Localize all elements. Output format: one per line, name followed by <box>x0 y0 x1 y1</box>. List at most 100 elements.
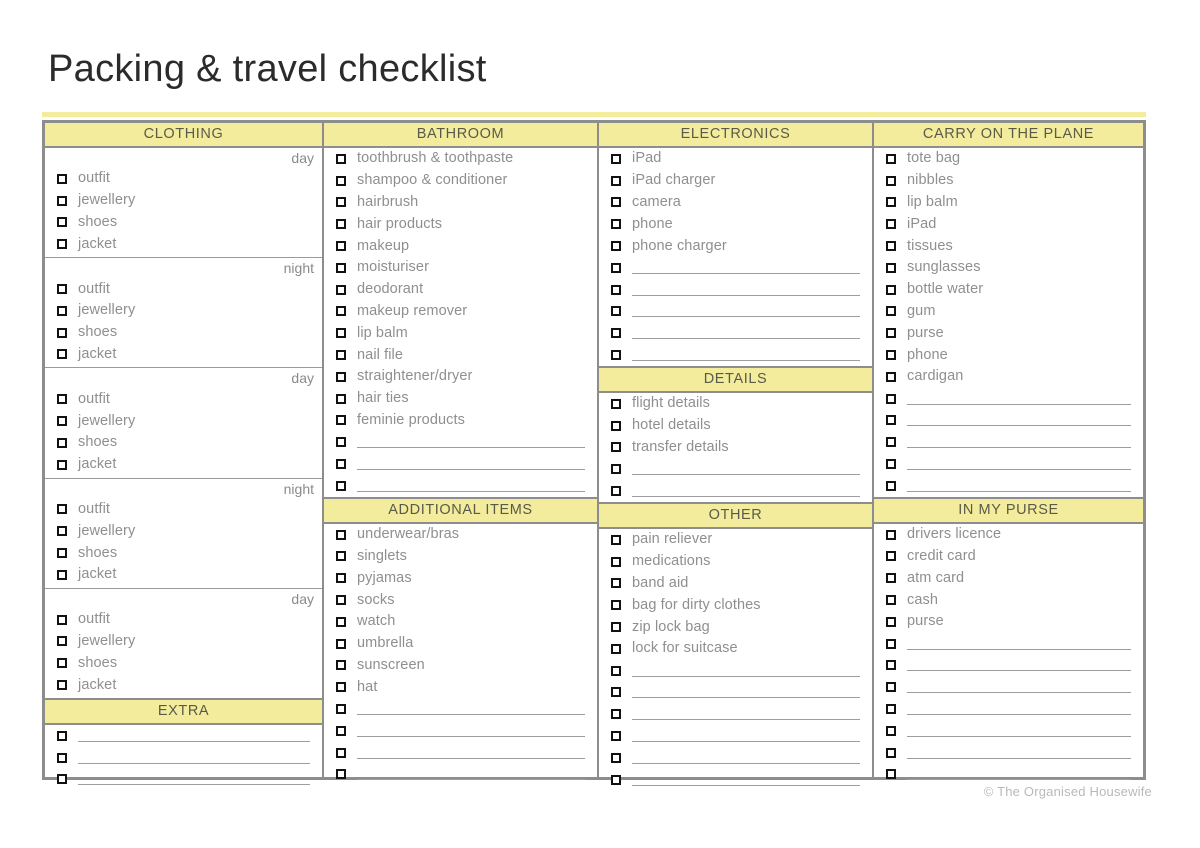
checkbox-icon[interactable] <box>886 415 896 426</box>
checkbox-icon[interactable] <box>57 636 67 647</box>
checkbox-icon[interactable] <box>886 350 896 361</box>
checkbox-icon[interactable] <box>886 393 896 404</box>
checklist-row[interactable]: cardigan <box>874 366 1143 388</box>
checklist-row[interactable] <box>599 322 872 344</box>
checkbox-icon[interactable] <box>886 197 896 208</box>
checklist-row[interactable]: iPad charger <box>599 170 872 192</box>
checklist-row[interactable]: tote bag <box>874 148 1143 170</box>
checklist-row[interactable] <box>599 747 872 769</box>
write-in-line[interactable] <box>632 774 860 786</box>
checkbox-icon[interactable] <box>886 371 896 382</box>
checklist-row[interactable] <box>324 720 597 742</box>
write-in-line[interactable] <box>78 730 310 742</box>
write-in-line[interactable] <box>632 752 860 764</box>
checklist-row[interactable]: shoes <box>45 542 322 564</box>
checklist-row[interactable]: jacket <box>45 454 322 476</box>
checkbox-icon[interactable] <box>886 769 896 780</box>
checklist-row[interactable] <box>874 720 1143 742</box>
checkbox-icon[interactable] <box>336 595 346 606</box>
checkbox-icon[interactable] <box>57 327 67 338</box>
checkbox-icon[interactable] <box>611 665 621 676</box>
checklist-row[interactable]: phone charger <box>599 235 872 257</box>
checklist-row[interactable]: shoes <box>45 432 322 454</box>
checkbox-icon[interactable] <box>886 437 896 448</box>
checklist-row[interactable]: jewellery <box>45 300 322 322</box>
checkbox-icon[interactable] <box>611 175 621 186</box>
checklist-row[interactable]: shoes <box>45 652 322 674</box>
checklist-row[interactable]: camera <box>599 192 872 214</box>
checkbox-icon[interactable] <box>611 241 621 252</box>
write-in-line[interactable] <box>357 725 585 737</box>
write-in-line[interactable] <box>357 747 585 759</box>
write-in-line[interactable] <box>907 768 1131 781</box>
checklist-row[interactable]: jacket <box>45 344 322 366</box>
checkbox-icon[interactable] <box>336 175 346 186</box>
checkbox-icon[interactable] <box>57 305 67 316</box>
write-in-line[interactable] <box>357 480 585 492</box>
checkbox-icon[interactable] <box>886 306 896 317</box>
checklist-row[interactable]: deodorant <box>324 279 597 301</box>
checkbox-icon[interactable] <box>611 622 621 633</box>
checklist-row[interactable] <box>599 301 872 323</box>
write-in-line[interactable] <box>907 747 1131 759</box>
checkbox-icon[interactable] <box>886 459 896 470</box>
checklist-row[interactable]: outfit <box>45 499 322 521</box>
checklist-row[interactable] <box>874 742 1143 764</box>
checkbox-icon[interactable] <box>886 682 896 693</box>
checklist-row[interactable]: shoes <box>45 322 322 344</box>
checkbox-icon[interactable] <box>57 548 67 559</box>
checkbox-icon[interactable] <box>886 595 896 606</box>
checkbox-icon[interactable] <box>886 328 896 339</box>
checklist-row[interactable]: jacket <box>45 674 322 696</box>
write-in-line[interactable] <box>357 703 585 716</box>
checkbox-icon[interactable] <box>611 578 621 589</box>
checkbox-icon[interactable] <box>336 459 346 470</box>
checklist-row[interactable] <box>324 453 597 475</box>
write-in-line[interactable] <box>907 659 1131 672</box>
checklist-row[interactable]: makeup <box>324 235 597 257</box>
checkbox-icon[interactable] <box>57 730 67 741</box>
checklist-row[interactable]: makeup remover <box>324 301 597 323</box>
checkbox-icon[interactable] <box>611 284 621 295</box>
checklist-row[interactable]: shampoo & conditioner <box>324 170 597 192</box>
checklist-row[interactable]: purse <box>874 611 1143 633</box>
checklist-row[interactable]: gum <box>874 301 1143 323</box>
checklist-row[interactable] <box>599 703 872 725</box>
checkbox-icon[interactable] <box>886 638 896 649</box>
checkbox-icon[interactable] <box>886 704 896 715</box>
checkbox-icon[interactable] <box>57 614 67 625</box>
checklist-row[interactable] <box>874 764 1143 786</box>
checklist-row[interactable] <box>599 257 872 279</box>
checklist-row[interactable] <box>324 431 597 453</box>
checkbox-icon[interactable] <box>336 153 346 164</box>
checkbox-icon[interactable] <box>886 551 896 562</box>
checklist-row[interactable]: iPad <box>874 213 1143 235</box>
checkbox-icon[interactable] <box>611 486 621 497</box>
checklist-row[interactable]: feminie products <box>324 410 597 432</box>
write-in-line[interactable] <box>357 458 585 471</box>
write-in-line[interactable] <box>357 436 585 449</box>
write-in-line[interactable] <box>78 752 310 764</box>
checklist-row[interactable] <box>874 431 1143 453</box>
checklist-row[interactable]: phone <box>599 213 872 235</box>
checklist-row[interactable]: pain reliever <box>599 529 872 551</box>
checkbox-icon[interactable] <box>57 284 67 295</box>
checklist-row[interactable]: phone <box>874 344 1143 366</box>
checkbox-icon[interactable] <box>57 173 67 184</box>
write-in-line[interactable] <box>632 708 860 721</box>
checkbox-icon[interactable] <box>611 731 621 742</box>
write-in-line[interactable] <box>907 681 1131 694</box>
checklist-row[interactable] <box>874 633 1143 655</box>
checklist-row[interactable] <box>874 410 1143 432</box>
checkbox-icon[interactable] <box>336 371 346 382</box>
checklist-row[interactable]: outfit <box>45 609 322 631</box>
checkbox-icon[interactable] <box>611 420 621 431</box>
checklist-row[interactable]: hotel details <box>599 415 872 437</box>
checklist-row[interactable]: bottle water <box>874 279 1143 301</box>
checkbox-icon[interactable] <box>57 774 67 785</box>
checklist-row[interactable]: band aid <box>599 573 872 595</box>
checkbox-icon[interactable] <box>336 638 346 649</box>
write-in-line[interactable] <box>907 703 1131 716</box>
checkbox-icon[interactable] <box>611 534 621 545</box>
checkbox-icon[interactable] <box>336 704 346 715</box>
